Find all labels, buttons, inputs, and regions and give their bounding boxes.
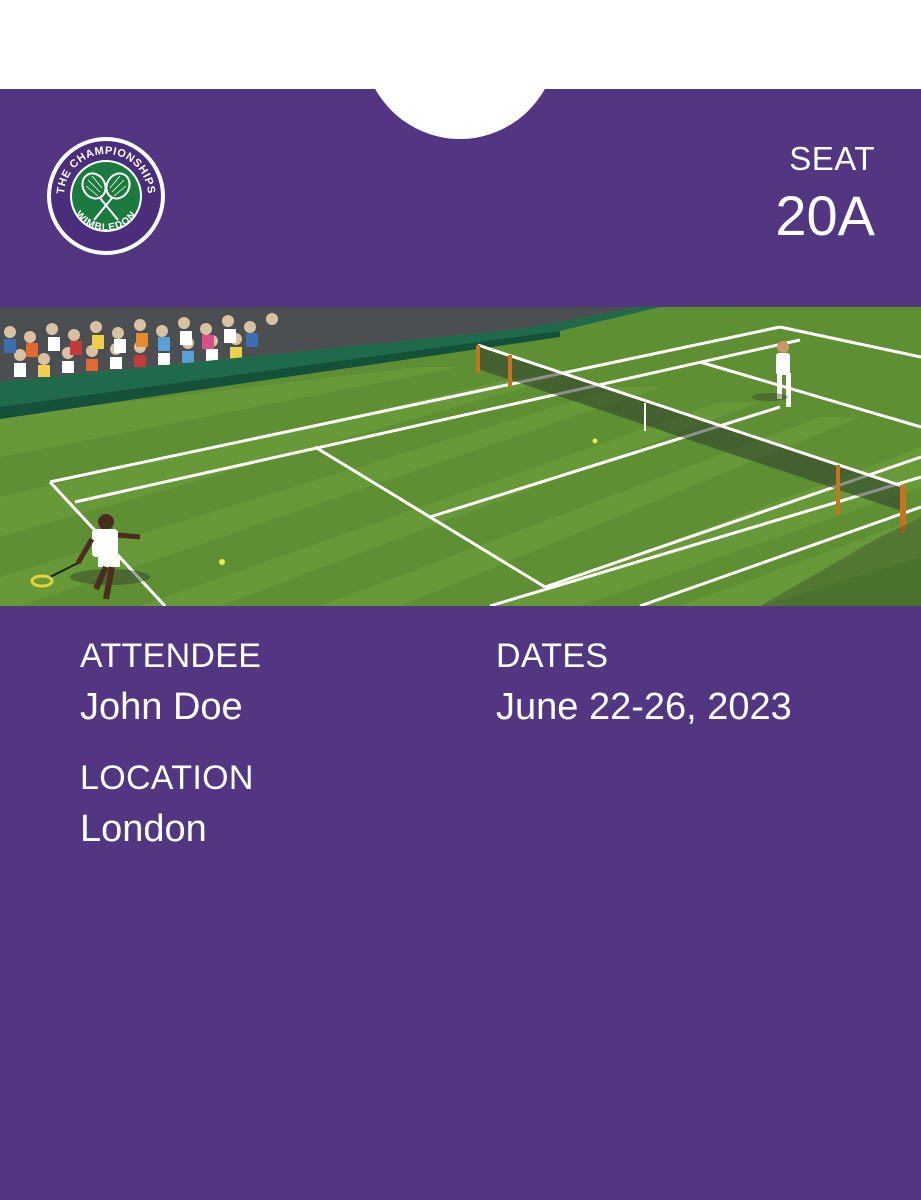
attendee-label: ATTENDEE	[80, 637, 262, 675]
wimbledon-logo: THE CHAMPIONSHIPS WIMBLEDON	[46, 136, 166, 256]
seat-value: 20A	[775, 184, 875, 247]
tennis-court-photo	[0, 307, 921, 606]
event-pass: THE CHAMPIONSHIPS WIMBLEDON SEAT 20A ATT…	[0, 89, 921, 1200]
dates-field: DATES June 22-26, 2023	[496, 637, 792, 729]
tennis-ball	[592, 438, 598, 444]
location-field: LOCATION London	[80, 759, 254, 851]
location-value: London	[80, 808, 207, 850]
dates-label: DATES	[496, 637, 609, 675]
attendee-field: ATTENDEE John Doe	[80, 637, 261, 729]
location-label: LOCATION	[80, 759, 254, 797]
pass-notch	[362, 89, 558, 139]
dates-value: June 22-26, 2023	[496, 686, 792, 728]
tennis-ball	[219, 559, 225, 565]
seat-label: SEAT	[789, 140, 875, 177]
seat-block: SEAT 20A	[775, 141, 875, 247]
attendee-value: John Doe	[80, 686, 243, 728]
